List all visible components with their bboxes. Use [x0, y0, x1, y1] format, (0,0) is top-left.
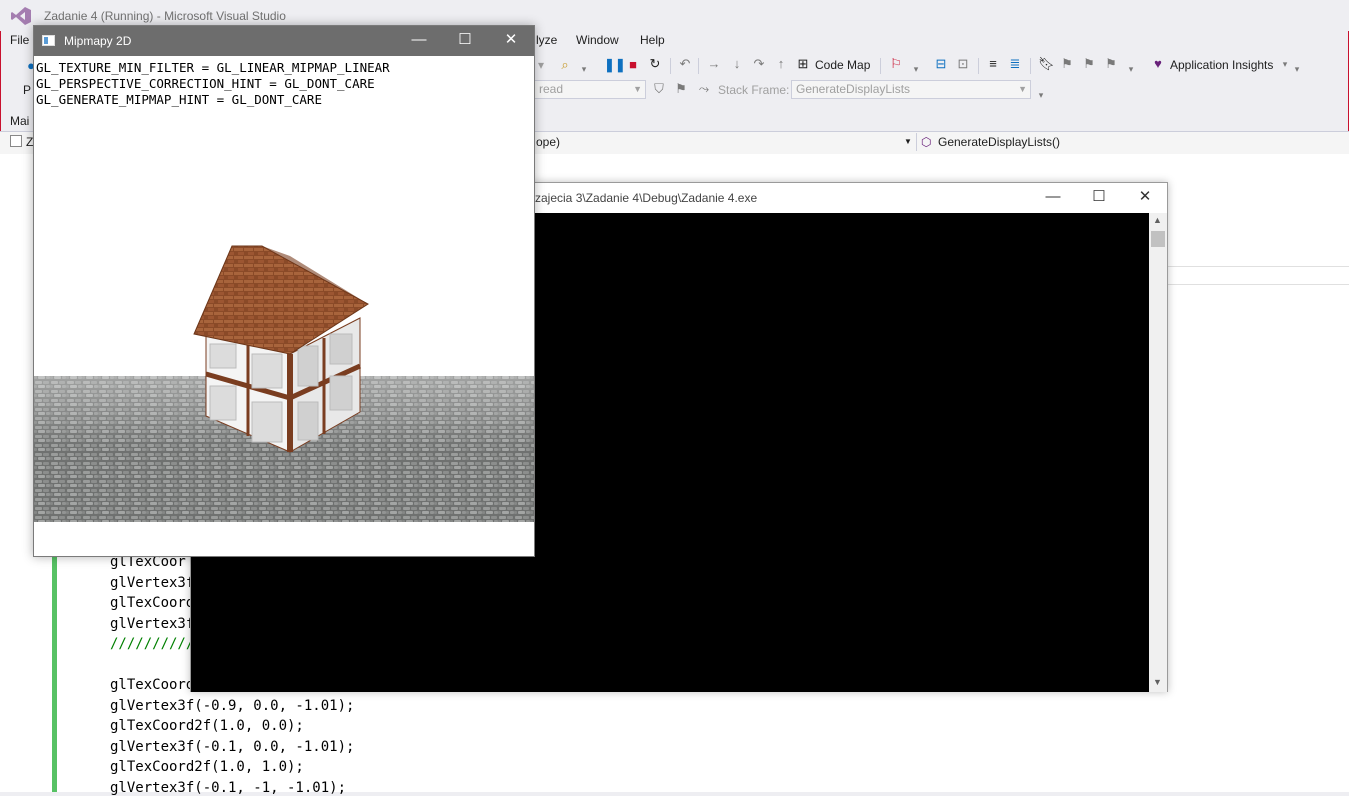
scroll-down-icon[interactable]: ▼ [1153, 677, 1162, 687]
stop-icon[interactable]: ■ [626, 58, 640, 72]
restart-icon[interactable]: ↻ [648, 57, 662, 71]
find-icon[interactable]: ⌕ [558, 58, 572, 72]
method-icon: ⬡ [921, 135, 932, 149]
chevron-down-icon[interactable]: ▼ [904, 133, 912, 151]
toolbar-dropdown-arrow[interactable]: ▾ [538, 58, 544, 72]
code-line[interactable]: glTexCoord [110, 595, 194, 611]
prev-bookmark-icon[interactable]: ⚑ [1060, 57, 1074, 71]
editor-guideline [1168, 266, 1349, 267]
toolbar-overflow-icon[interactable]: ▾ [1290, 62, 1304, 76]
next-bookmark-icon[interactable]: ⚑ [1082, 57, 1096, 71]
scroll-up-icon[interactable]: ▲ [1153, 215, 1162, 225]
code-map-icon[interactable]: ⊞ [796, 57, 810, 71]
clear-bookmarks-icon[interactable]: ⚑ [1104, 57, 1118, 71]
window-title: Zadanie 4 (Running) - Microsoft Visual S… [44, 9, 286, 23]
mipmap-close-button[interactable]: ✕ [488, 26, 534, 56]
toolbar-overflow-icon[interactable]: ▾ [1034, 88, 1048, 102]
stack-frame-value: GenerateDisplayLists [796, 82, 911, 96]
app-window-icon-pane [44, 37, 48, 44]
toolbar-separator [978, 58, 979, 74]
show-next-statement-icon[interactable]: ↶ [678, 57, 692, 71]
console-scrollbar[interactable]: ▲ ▼ [1149, 213, 1167, 692]
step-over-icon[interactable]: ↓ [730, 57, 744, 71]
console-minimize-button[interactable]: — [1030, 183, 1076, 213]
pause-icon[interactable]: ❚❚ [604, 58, 626, 72]
visual-studio-logo-icon [11, 7, 31, 25]
editor-guideline [1168, 284, 1349, 285]
code-line[interactable]: glVertex3f [110, 616, 194, 632]
console-close-button[interactable]: ✕ [1122, 183, 1168, 213]
thread-combo-value: read [539, 82, 564, 96]
toolbar-separator [1030, 58, 1031, 74]
breakpoints-icon[interactable]: ⚐ [889, 57, 903, 71]
code-line[interactable]: glVertex3f(-0.1, 0.0, -1.01); [110, 739, 354, 755]
main-tab-partial[interactable]: Mai [10, 114, 29, 128]
change-tracking-bar [52, 540, 57, 792]
bookmarks-dropdown-icon[interactable]: ▾ [1124, 62, 1138, 76]
breakpoints-dropdown-icon[interactable]: ▾ [909, 62, 923, 76]
code-map-button[interactable]: Code Map [815, 58, 870, 72]
stack-frame-icon: ⤳ [698, 81, 710, 96]
mipmap-maximize-button[interactable]: ☐ [442, 26, 488, 56]
outline-icon[interactable]: ⊟ [934, 57, 948, 71]
lightbulb-icon[interactable]: ♥ [1151, 57, 1165, 71]
step-into-icon[interactable]: → [707, 57, 721, 71]
menu-help[interactable]: Help [640, 33, 665, 47]
navbar-divider [916, 133, 917, 151]
toolbar-partial-label: P [23, 83, 32, 97]
menu-file[interactable]: File [10, 33, 29, 47]
chevron-down-icon: ▼ [633, 84, 642, 94]
app-window-icon [42, 35, 55, 46]
opengl-viewport[interactable] [34, 56, 534, 526]
code-line[interactable]: glTexCoord2f(1.0, 1.0); [110, 759, 304, 775]
mipmap-window[interactable]: Mipmapy 2D — ☐ ✕ GL_TEXTURE_MIN_FILTER =… [33, 25, 535, 557]
scope-combo[interactable]: ope) [536, 133, 560, 151]
collapse-icon[interactable]: ⊡ [956, 57, 970, 71]
flag-threads-icon[interactable]: ⚑ [674, 82, 688, 96]
mipmap-window-title: Mipmapy 2D [64, 34, 132, 48]
code-line[interactable]: glVertex3f(-0.9, 0.0, -1.01); [110, 698, 354, 714]
step-out-icon[interactable]: ↷ [752, 57, 766, 71]
console-title: zajecia 3\Zadanie 4\Debug\Zadanie 4.exe [535, 191, 758, 205]
mipmap-titlebar[interactable]: Mipmapy 2D — ☐ ✕ [34, 26, 534, 56]
filter-icon[interactable]: ⛉ [652, 82, 666, 96]
stack-frame-label: Stack Frame: [718, 83, 790, 97]
step-up-icon[interactable]: ↑ [774, 57, 788, 71]
bookmark-icon[interactable]: 🔖︎ [1038, 57, 1055, 71]
toolbar-separator [670, 58, 671, 74]
house-model [193, 245, 369, 453]
menu-window[interactable]: Window [576, 33, 619, 47]
find-dropdown-icon[interactable]: ▾ [577, 62, 591, 76]
thread-combo[interactable]: read ▼ [534, 80, 646, 99]
toolbar-separator [880, 58, 881, 74]
uncomment-icon[interactable]: ≣ [1008, 57, 1022, 71]
toolbar-separator [698, 58, 699, 74]
comment-icon[interactable]: ≡ [986, 57, 1000, 71]
chevron-down-icon: ▼ [1018, 84, 1027, 94]
stack-frame-combo[interactable]: GenerateDisplayLists ▼ [791, 80, 1031, 99]
code-comment-line[interactable]: ////////// [110, 636, 194, 652]
code-line[interactable]: glVertex3f [110, 575, 194, 591]
code-line[interactable]: glTexCoord2f(1.0, 0.0); [110, 718, 304, 734]
code-line[interactable]: glVertex3f(-0.1, -1, -1.01); [110, 780, 346, 796]
menu-analyze[interactable]: lyze [536, 33, 557, 47]
mipmap-minimize-button[interactable]: — [396, 26, 442, 56]
project-icon [10, 135, 22, 147]
application-insights-button[interactable]: Application Insights [1170, 58, 1273, 72]
function-combo[interactable]: GenerateDisplayLists() [938, 133, 1060, 151]
console-maximize-button[interactable]: ☐ [1076, 183, 1122, 213]
scrollbar-thumb[interactable] [1151, 231, 1165, 247]
